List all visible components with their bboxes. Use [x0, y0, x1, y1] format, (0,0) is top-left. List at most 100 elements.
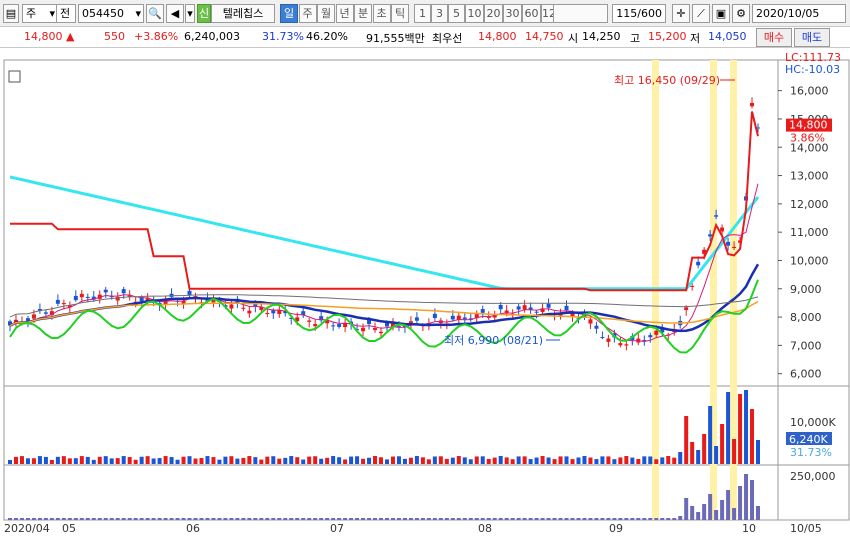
amount-bar	[43, 518, 48, 520]
interval-tab[interactable]: 10	[465, 4, 484, 23]
amount-bar	[570, 518, 575, 520]
up-arrow-icon: ▲	[66, 30, 75, 43]
amount-bar	[229, 518, 234, 520]
interval-tab[interactable]: 30	[503, 4, 522, 23]
volume-bar	[319, 458, 324, 464]
menu-icon[interactable]: ▤	[3, 4, 19, 23]
price-tick-label: 16,000	[790, 85, 829, 98]
volume-bar	[564, 456, 569, 464]
amount-bar	[600, 518, 605, 520]
amount-bar	[690, 506, 695, 520]
volume-bar	[462, 457, 467, 464]
volume-tick-label: 10,000K	[790, 416, 836, 429]
amount-bar	[25, 518, 30, 520]
volume-bar	[408, 457, 413, 464]
amount-bar	[564, 518, 569, 520]
volume-bar	[630, 457, 635, 464]
stock-code-input[interactable]: 054450 ▾	[78, 4, 144, 23]
volume-bar	[492, 457, 497, 464]
volume-bar	[474, 456, 479, 464]
amount-tick-label: 250,000	[790, 470, 836, 483]
candle-body	[103, 289, 108, 293]
volume-bar	[31, 458, 36, 464]
volume-bar	[91, 459, 96, 464]
count-input[interactable]: 115/600	[612, 4, 666, 23]
volume-bar	[624, 456, 629, 464]
amount-bar	[678, 516, 683, 520]
candle-body	[534, 311, 539, 313]
candle-body	[750, 103, 755, 107]
interval-custom-input[interactable]	[553, 4, 608, 23]
current-price: 14,800	[24, 30, 63, 43]
period-tab[interactable]: 일	[280, 4, 298, 23]
volume-bar	[199, 457, 204, 464]
candle-body	[414, 317, 419, 321]
amount-bar	[193, 518, 198, 520]
volume-bar	[157, 458, 162, 464]
volume-bar	[750, 409, 755, 464]
period-tab[interactable]: 분	[354, 4, 372, 23]
amount-bar	[157, 518, 162, 520]
date-input[interactable]: 2020/10/05	[752, 4, 846, 23]
chart-canvas[interactable]: 16,00015,00014,00013,00012,00011,00010,0…	[0, 48, 850, 536]
interval-tab[interactable]: 60	[522, 4, 541, 23]
volume-current-label: 6,240K	[789, 433, 828, 446]
amount-bar	[355, 518, 360, 520]
amount-bar	[408, 518, 413, 520]
period-tab[interactable]: 틱	[391, 4, 409, 23]
search-icon[interactable]: 🔍	[146, 4, 164, 23]
buy-button[interactable]: 매수	[756, 28, 792, 47]
gear-icon[interactable]: ⚙	[732, 4, 750, 23]
period-tab[interactable]: 초	[372, 4, 391, 23]
period-tab[interactable]: 월	[317, 4, 335, 23]
speaker-icon[interactable]: ◀	[166, 4, 184, 23]
draw-tool-icon[interactable]: ⟋	[692, 4, 710, 23]
current-price-label: 14,800	[789, 119, 828, 132]
candle-body	[373, 328, 378, 331]
amount-bar	[235, 518, 240, 520]
amount-bar	[349, 518, 354, 520]
volume-bar	[552, 459, 557, 464]
volume-bar	[211, 457, 216, 464]
interval-tab[interactable]: 20	[484, 4, 503, 23]
volume-bar	[241, 457, 246, 464]
volume-bar	[139, 456, 144, 464]
mode-select[interactable]: 전	[56, 4, 76, 23]
interval-tab[interactable]: 5	[448, 4, 465, 23]
volume-bar	[19, 456, 24, 464]
candle-body	[720, 227, 725, 232]
volume-bar	[127, 456, 132, 464]
volume-bar	[8, 460, 12, 464]
volume-bar	[253, 457, 258, 464]
amount-bar	[738, 486, 743, 520]
volume-bar	[702, 434, 707, 464]
sell-button[interactable]: 매도	[794, 28, 830, 47]
volume-bar	[223, 456, 228, 464]
interval-tab[interactable]: 1	[414, 4, 431, 23]
candle-body	[379, 331, 384, 334]
period-tab[interactable]: 년	[335, 4, 354, 23]
volume-bar	[606, 456, 611, 464]
stock-name: 텔레칩스	[211, 4, 275, 23]
volume-bar	[331, 456, 336, 464]
volume-bar	[361, 458, 366, 464]
chevron-down-icon[interactable]: ▾	[185, 4, 195, 23]
count-value: 115	[616, 7, 638, 20]
price-tick-label: 10,000	[790, 254, 829, 267]
volume-bar	[73, 458, 78, 464]
stock-chart[interactable]: 16,00015,00014,00013,00012,00011,00010,0…	[0, 48, 850, 536]
amount-bar	[426, 518, 431, 520]
period-tab[interactable]: 주	[298, 4, 317, 23]
x-axis-label: 07	[330, 522, 344, 535]
candle-body	[564, 305, 569, 310]
save-icon[interactable]: ▣	[712, 4, 730, 23]
market-select[interactable]: 주 ▾	[22, 4, 58, 23]
amount-bar	[313, 518, 318, 520]
volume-bar	[510, 459, 515, 464]
amount-bar	[456, 518, 461, 520]
interval-tab[interactable]: 3	[431, 4, 448, 23]
amount-bar	[121, 518, 126, 520]
x-axis-label: 05	[62, 522, 76, 535]
candle-body	[588, 319, 593, 324]
crosshair-icon[interactable]: ✛	[672, 4, 690, 23]
